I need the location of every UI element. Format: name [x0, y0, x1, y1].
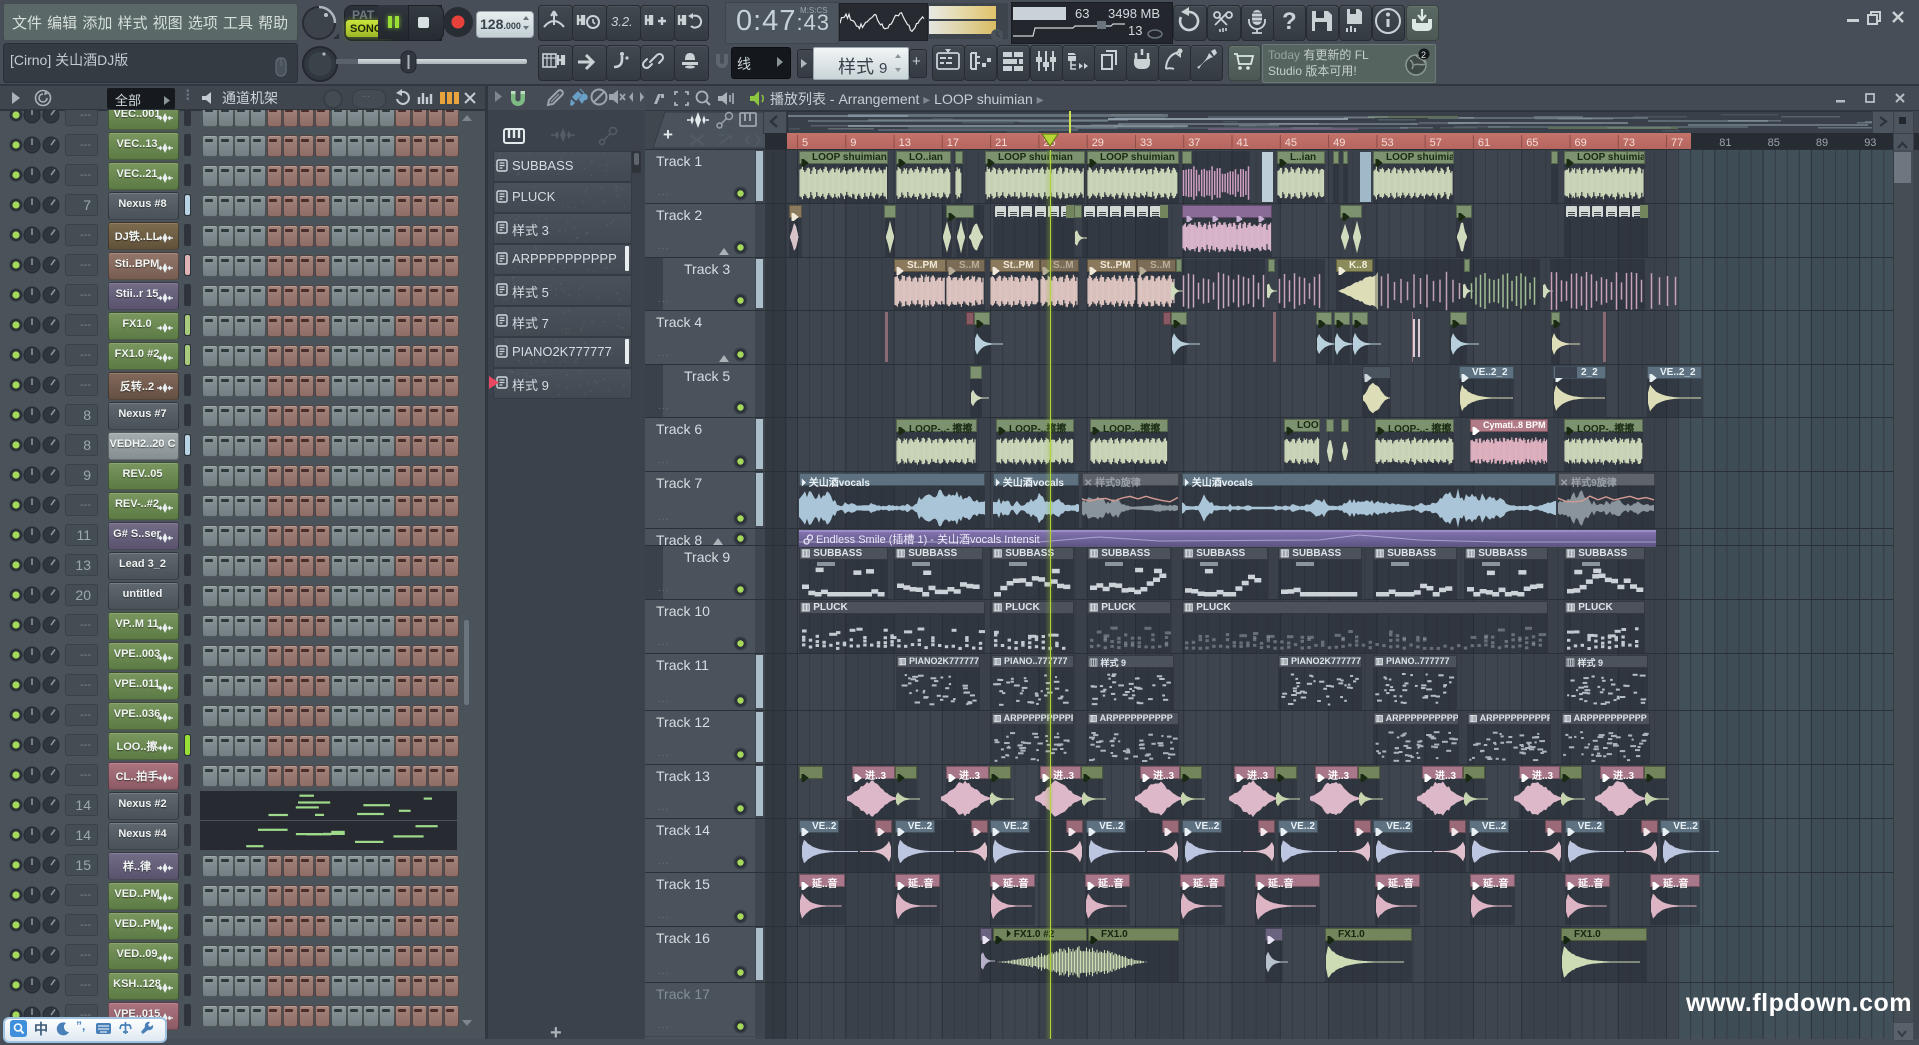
svg-text:77: 77: [1671, 137, 1683, 149]
svg-text:69: 69: [1575, 137, 1587, 149]
svg-text:13: 13: [899, 137, 911, 149]
svg-text:2: 2: [1421, 50, 1426, 60]
svg-text:21: 21: [995, 137, 1007, 149]
svg-text:73: 73: [1623, 137, 1635, 149]
svg-text:85: 85: [1768, 137, 1780, 149]
svg-text:17: 17: [947, 137, 959, 149]
svg-text:61: 61: [1478, 137, 1490, 149]
svg-text:37: 37: [1188, 137, 1200, 149]
svg-text:41: 41: [1237, 137, 1249, 149]
svg-text:?: ?: [1282, 8, 1297, 35]
svg-text:9: 9: [850, 137, 856, 149]
svg-text:57: 57: [1430, 137, 1442, 149]
svg-text:49: 49: [1333, 137, 1345, 149]
svg-text:89: 89: [1816, 137, 1828, 149]
svg-text:5: 5: [802, 137, 808, 149]
svg-text:81: 81: [1719, 137, 1731, 149]
svg-text:3.2.: 3.2.: [611, 14, 633, 29]
svg-text:93: 93: [1864, 137, 1876, 149]
svg-text:29: 29: [1092, 137, 1104, 149]
svg-text:53: 53: [1381, 137, 1393, 149]
svg-text:65: 65: [1526, 137, 1538, 149]
svg-text:45: 45: [1285, 137, 1297, 149]
svg-text:33: 33: [1140, 137, 1152, 149]
